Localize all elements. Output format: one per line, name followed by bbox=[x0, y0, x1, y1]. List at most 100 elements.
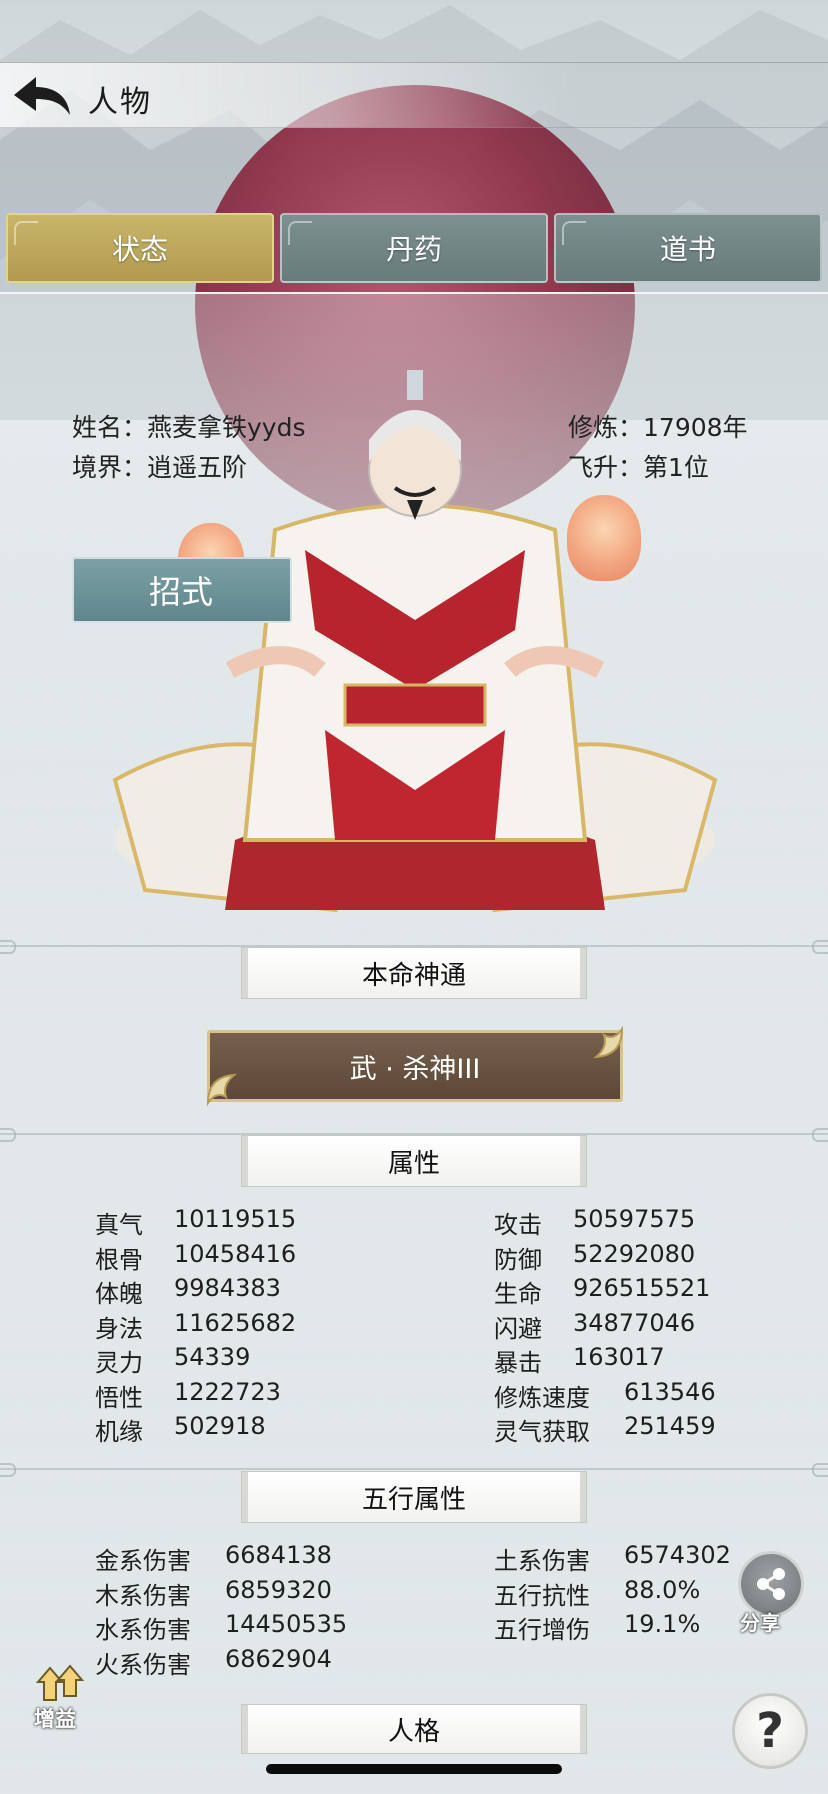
realm-value: 逍遥五阶 bbox=[147, 453, 248, 482]
stat-value: 52292080 bbox=[573, 1239, 696, 1268]
tab-label: 道书 bbox=[659, 233, 716, 266]
stat-value: 88.0% bbox=[624, 1575, 701, 1604]
stat-label: 机缘 bbox=[95, 1418, 143, 1446]
stat-label: 灵力 bbox=[95, 1349, 143, 1377]
stat-row: 身法 11625682 bbox=[95, 1309, 296, 1344]
stat-row: 修炼速度 613546 bbox=[494, 1378, 716, 1413]
stat-value: 926515521 bbox=[573, 1274, 711, 1302]
section-divider bbox=[0, 1463, 828, 1477]
stat-value: 6574302 bbox=[624, 1541, 731, 1569]
cultivation-row: 修炼：17908年 bbox=[568, 408, 748, 444]
stat-value: 34877046 bbox=[573, 1308, 696, 1337]
tab-label: 丹药 bbox=[385, 233, 442, 266]
tab-status[interactable]: 状态 bbox=[6, 213, 274, 283]
stat-value: 19.1% bbox=[624, 1610, 701, 1638]
ascension-label: 飞升： bbox=[568, 453, 644, 482]
stat-row: 攻击 50597575 bbox=[494, 1205, 695, 1240]
stat-row: 体魄 9984383 bbox=[95, 1274, 281, 1309]
personality-heading[interactable]: 人格 bbox=[242, 1705, 586, 1753]
stat-row: 根骨 10458416 bbox=[95, 1240, 296, 1275]
stat-value: 10458416 bbox=[174, 1239, 297, 1268]
ascension-row: 飞升：第1位 bbox=[568, 448, 709, 484]
stat-row: 木系伤害 6859320 bbox=[95, 1576, 332, 1611]
stat-row: 水系伤害 14450535 bbox=[95, 1610, 347, 1645]
stat-value: 10119515 bbox=[174, 1205, 297, 1233]
stat-row: 防御 52292080 bbox=[494, 1240, 695, 1275]
stat-label: 水系伤害 bbox=[95, 1616, 191, 1644]
realm-label: 境界： bbox=[72, 453, 148, 482]
natal-ability-heading: 本命神通 bbox=[242, 948, 586, 998]
stat-label: 灵气获取 bbox=[494, 1418, 590, 1446]
section-divider bbox=[0, 1128, 828, 1142]
stat-label: 悟性 bbox=[95, 1383, 143, 1412]
stat-row: 五行增伤 19.1% bbox=[494, 1610, 700, 1645]
stat-row: 真气 10119515 bbox=[95, 1205, 296, 1240]
stat-label: 生命 bbox=[494, 1280, 542, 1308]
name-label: 姓名： bbox=[72, 413, 148, 442]
stat-label: 金系伤害 bbox=[95, 1547, 191, 1575]
name-row: 姓名：燕麦拿铁yyds bbox=[72, 408, 306, 444]
stat-row: 生命 926515521 bbox=[494, 1274, 710, 1309]
stat-value: 6862904 bbox=[225, 1644, 332, 1673]
stat-label: 五行增伤 bbox=[494, 1616, 590, 1644]
back-arrow-icon[interactable] bbox=[8, 71, 74, 121]
cloud-ornament-icon bbox=[14, 221, 38, 245]
stat-value: 6859320 bbox=[225, 1575, 332, 1604]
tab-books[interactable]: 道书 bbox=[554, 213, 822, 283]
section-divider bbox=[0, 940, 828, 954]
stat-label: 根骨 bbox=[95, 1245, 143, 1274]
help-button[interactable]: ? bbox=[732, 1693, 808, 1769]
stat-row: 暴击 163017 bbox=[494, 1343, 665, 1378]
cultivation-label: 修炼： bbox=[568, 413, 644, 442]
stat-row: 闪避 34877046 bbox=[494, 1309, 695, 1344]
stat-value: 502918 bbox=[174, 1412, 266, 1440]
stat-label: 木系伤害 bbox=[95, 1581, 191, 1610]
attributes-heading: 属性 bbox=[242, 1136, 586, 1186]
stat-label: 真气 bbox=[95, 1211, 143, 1239]
stat-value: 613546 bbox=[624, 1377, 716, 1406]
stat-label: 身法 bbox=[95, 1314, 143, 1343]
stat-label: 暴击 bbox=[494, 1349, 542, 1377]
stat-label: 修炼速度 bbox=[494, 1383, 590, 1412]
elements-heading: 五行属性 bbox=[242, 1472, 586, 1522]
skills-button[interactable]: 招式 bbox=[72, 557, 292, 623]
stat-value: 11625682 bbox=[174, 1308, 297, 1337]
stat-value: 163017 bbox=[573, 1343, 665, 1371]
stat-value: 54339 bbox=[174, 1343, 251, 1371]
realm-row: 境界：逍遥五阶 bbox=[72, 448, 247, 484]
cloud-ornament-icon bbox=[562, 221, 586, 245]
cloud-ornament-icon bbox=[288, 221, 312, 245]
stat-row: 土系伤害 6574302 bbox=[494, 1541, 731, 1576]
tab-elixirs[interactable]: 丹药 bbox=[280, 213, 548, 283]
stat-value: 14450535 bbox=[225, 1610, 348, 1638]
stat-label: 五行抗性 bbox=[494, 1581, 590, 1610]
top-bar: 人物 bbox=[0, 62, 828, 128]
stat-row: 五行抗性 88.0% bbox=[494, 1576, 700, 1611]
tab-label: 状态 bbox=[111, 233, 168, 266]
stat-label: 火系伤害 bbox=[95, 1650, 191, 1679]
page-title: 人物 bbox=[88, 85, 152, 120]
question-icon: ? bbox=[756, 1703, 784, 1759]
stat-label: 攻击 bbox=[494, 1211, 542, 1239]
stat-row: 灵力 54339 bbox=[95, 1343, 250, 1378]
tab-bar: 状态 丹药 道书 bbox=[6, 213, 822, 285]
corner-ornament-icon bbox=[206, 1073, 238, 1107]
stat-label: 闪避 bbox=[494, 1314, 542, 1343]
ascension-value: 第1位 bbox=[643, 453, 709, 482]
share-icon bbox=[757, 1568, 785, 1600]
buff-label[interactable]: 增益 bbox=[34, 1703, 76, 1733]
stat-value: 251459 bbox=[624, 1412, 716, 1440]
stat-label: 防御 bbox=[494, 1245, 542, 1274]
stat-row: 悟性 1222723 bbox=[95, 1378, 281, 1413]
cultivation-value: 17908年 bbox=[643, 413, 748, 442]
stat-row: 金系伤害 6684138 bbox=[95, 1541, 332, 1576]
ability-name: 武 · 杀神III bbox=[349, 1053, 481, 1085]
home-indicator[interactable] bbox=[266, 1764, 562, 1774]
corner-ornament-icon bbox=[592, 1025, 624, 1059]
stat-row: 火系伤害 6862904 bbox=[95, 1645, 332, 1680]
stat-row: 机缘 502918 bbox=[95, 1412, 266, 1447]
stat-value: 6684138 bbox=[225, 1541, 332, 1569]
share-label[interactable]: 分享 bbox=[740, 1607, 780, 1636]
stat-row: 灵气获取 251459 bbox=[494, 1412, 716, 1447]
natal-ability-button[interactable]: 武 · 杀神III bbox=[206, 1025, 624, 1107]
